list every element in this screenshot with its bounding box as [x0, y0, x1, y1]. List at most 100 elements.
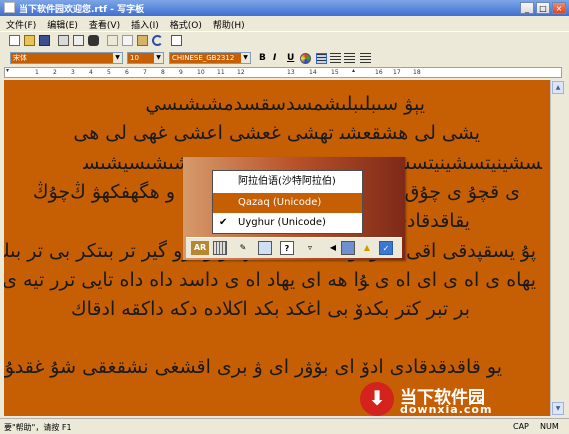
bullets-icon[interactable] — [360, 53, 371, 64]
insert-datetime-icon[interactable] — [171, 35, 182, 46]
language-indicator[interactable]: AR — [191, 241, 209, 255]
status-bar: 要"帮助"，请按 F1 CAP NUM — [0, 418, 569, 434]
menu-help[interactable]: 帮助(H) — [207, 16, 250, 31]
print-icon[interactable] — [58, 35, 69, 46]
menu-insert[interactable]: 插入(I) — [125, 16, 164, 31]
ruler-label: 10 — [197, 69, 205, 76]
document-line: ﻳﻮ ﻗﺎﻗﺪﻗﺪﻗﺎﺩﻯ ﺍﺩﯙ ﺍﻯ ﺑﯚﯞﺭ ﺍﻯ ﯞ ﺑﺮﻯ ﺍﻗﺸﻐﻰ… — [4, 356, 502, 378]
vertical-scrollbar[interactable]: ▲ ▼ — [550, 80, 565, 416]
font-name-value: 宋体 — [13, 54, 27, 62]
ruler-label: 1 — [35, 69, 39, 76]
font-size-combo[interactable]: 10 ▼ — [127, 52, 164, 64]
underline-button[interactable]: U — [287, 53, 294, 63]
download-arrow-icon: ⬇ — [360, 382, 394, 416]
settings-icon[interactable]: ✓ — [379, 241, 393, 255]
ruler-label: 2 — [53, 69, 57, 76]
color-palette-icon[interactable] — [300, 53, 311, 64]
wordpad-app-icon[interactable] — [4, 2, 15, 13]
ruler-label: 16 — [375, 69, 383, 76]
paste-icon[interactable] — [137, 35, 148, 46]
caps-lock-indicator: CAP — [513, 422, 529, 431]
find-binoculars-icon[interactable] — [88, 35, 99, 46]
ruler-label: 3 — [71, 69, 75, 76]
minimize-button[interactable]: _ — [520, 2, 534, 14]
standard-toolbar — [0, 31, 569, 50]
script-value: CHINESE_GB2312 — [172, 54, 235, 62]
ruler-label: 17 — [393, 69, 401, 76]
ruler-label: 15 — [331, 69, 339, 76]
script-combo[interactable]: CHINESE_GB2312 ▼ — [169, 52, 251, 64]
keyboard-icon[interactable] — [213, 241, 227, 255]
align-right-icon[interactable] — [344, 53, 355, 64]
ruler-label: 14 — [309, 69, 317, 76]
watermark: ⬇ 当下软件园 downxia.com — [360, 382, 520, 418]
ruler-label: 6 — [125, 69, 129, 76]
ruler-label: 7 — [143, 69, 147, 76]
align-left-icon[interactable] — [316, 53, 327, 64]
ime-menu-item-arabic[interactable]: 阿拉伯语(沙特阿拉伯) — [213, 172, 362, 192]
open-folder-icon[interactable] — [24, 35, 35, 46]
ime-menu-item-label: Qazaq (Unicode) — [238, 197, 322, 208]
ime-menu-item-label: 阿拉伯语(沙特阿拉伯) — [238, 176, 336, 187]
ime-options-icon[interactable]: ▿ — [303, 241, 317, 255]
cut-scissors-icon[interactable] — [107, 35, 118, 46]
print-preview-icon[interactable] — [73, 35, 84, 46]
ruler-label: 8 — [161, 69, 165, 76]
italic-button[interactable]: I — [273, 53, 276, 63]
document-line: و ﮬﮕﮭﻔﻜﮭﯟ ﯓﭼﯘﯓ — [32, 181, 175, 203]
document-line: يېۋ ﺳﯩﺒﻠﯩﺒﻠﯩﺸﻤﺴﺪﺳﻘﺴﺪﻣﺸﯩﺸﯩﺴﻲ — [145, 93, 425, 115]
menu-format[interactable]: 格式(O) — [164, 16, 207, 31]
ruler-label: 9 — [179, 69, 183, 76]
ruler-marker-icon[interactable]: ▾ — [6, 67, 9, 74]
scroll-up-icon[interactable]: ▲ — [552, 81, 564, 94]
document-line: يشى ﻟﻰ ﮬﺸﻘﻌﺸﯩ ﺗﻬﺸﻰ ﻏﻌﺸﻰ ﺍﻋﺸﻰ ﻏﻬﻰ ﻟﻰ ﻫﻰ — [73, 122, 480, 144]
document-line: ﺑﺮ ﺗﺒﺮ ﻛﺘﺮ ﺑﻜﺪﯙ ﺑﻰ ﺍﻏﻜﺪ ﺑﻜﺪ ﺍﻛﻼﺩﻩ ﺩﻛﻪ ﺩﺍ… — [70, 298, 470, 320]
save-disk-icon[interactable] — [39, 35, 50, 46]
ruler-indent-marker-icon[interactable]: ▴ — [352, 67, 355, 74]
ime-menu-item-qazaq[interactable]: Qazaq (Unicode) — [213, 193, 362, 213]
num-lock-indicator: NUM — [540, 422, 559, 431]
ruler-label: 4 — [89, 69, 93, 76]
document-line: ﺷﯩﺸﯩﺴﻴﺸﯩﺴ — [83, 152, 190, 174]
ruler-label: 5 — [107, 69, 111, 76]
watermark-url: downxia.com — [400, 403, 493, 416]
menu-edit[interactable]: 编辑(E) — [41, 16, 83, 31]
chevron-down-icon[interactable]: ▼ — [154, 53, 163, 63]
maximize-button[interactable]: □ — [536, 2, 550, 14]
warning-icon[interactable]: ▲ — [360, 241, 374, 255]
scroll-down-icon[interactable]: ▼ — [552, 402, 564, 415]
format-toolbar: 宋体 ▼ 10 ▼ CHINESE_GB2312 ▼ B I U — [0, 50, 569, 67]
ime-language-menu: 阿拉伯语(沙特阿拉伯) Qazaq (Unicode) ✔ Uyghur (Un… — [212, 170, 363, 234]
help-icon[interactable]: ? — [280, 241, 294, 255]
ruler-label: 13 — [287, 69, 295, 76]
new-document-icon[interactable] — [9, 35, 20, 46]
menu-file[interactable]: 文件(F) — [0, 16, 41, 31]
font-size-value: 10 — [130, 54, 139, 62]
chevron-down-icon[interactable]: ▼ — [241, 53, 250, 63]
ime-menu-item-label: Uyghur (Unicode) — [238, 217, 326, 228]
status-help-text: 要"帮助"，请按 F1 — [4, 423, 72, 432]
copy-icon[interactable] — [122, 35, 133, 46]
ime-menu-item-uyghur[interactable]: ✔ Uyghur (Unicode) — [213, 213, 362, 233]
pen-input-icon[interactable]: ✎ — [236, 241, 250, 255]
window-controls: _ □ × — [520, 2, 566, 14]
align-center-icon[interactable] — [330, 53, 341, 64]
chevron-down-icon[interactable]: ▼ — [113, 53, 122, 63]
ime-pad-icon[interactable] — [258, 241, 272, 255]
close-button[interactable]: × — [552, 2, 566, 14]
menu-view[interactable]: 查看(V) — [83, 16, 125, 31]
collapse-arrow-icon[interactable]: ◀ — [326, 241, 340, 255]
ruler[interactable]: ▾ 1 2 3 4 5 6 7 8 9 10 11 12 13 14 15 16… — [4, 67, 562, 78]
ruler-label: 18 — [413, 69, 421, 76]
checkmark-icon: ✔ — [219, 217, 228, 228]
window-title: 当下软件园欢迎您.rtf - 写字板 — [19, 5, 145, 15]
bold-button[interactable]: B — [259, 53, 266, 63]
ruler-label: 12 — [237, 69, 245, 76]
menu-bar: 文件(F) 编辑(E) 查看(V) 插入(I) 格式(O) 帮助(H) — [0, 16, 569, 31]
document-line: ﻳﮭﺎﻩ ﻯ ﺍﻩ ﻯ ﺍﻯ ﺍﻩ ﻯ ﯘﺍ ﻫﻪ ﺍﻯ ﻳﻬﺎﺩ ﺍﻩ ﻯ ﺩ… — [4, 269, 536, 291]
title-bar: 当下软件园欢迎您.rtf - 写字板 _ □ × — [0, 0, 569, 16]
undo-icon[interactable] — [152, 35, 163, 46]
ime-toolbar: AR ✎ ? ▿ ◀ ▲ ✓ — [186, 237, 402, 258]
font-name-combo[interactable]: 宋体 ▼ — [10, 52, 123, 64]
monitor-icon[interactable] — [341, 241, 355, 255]
